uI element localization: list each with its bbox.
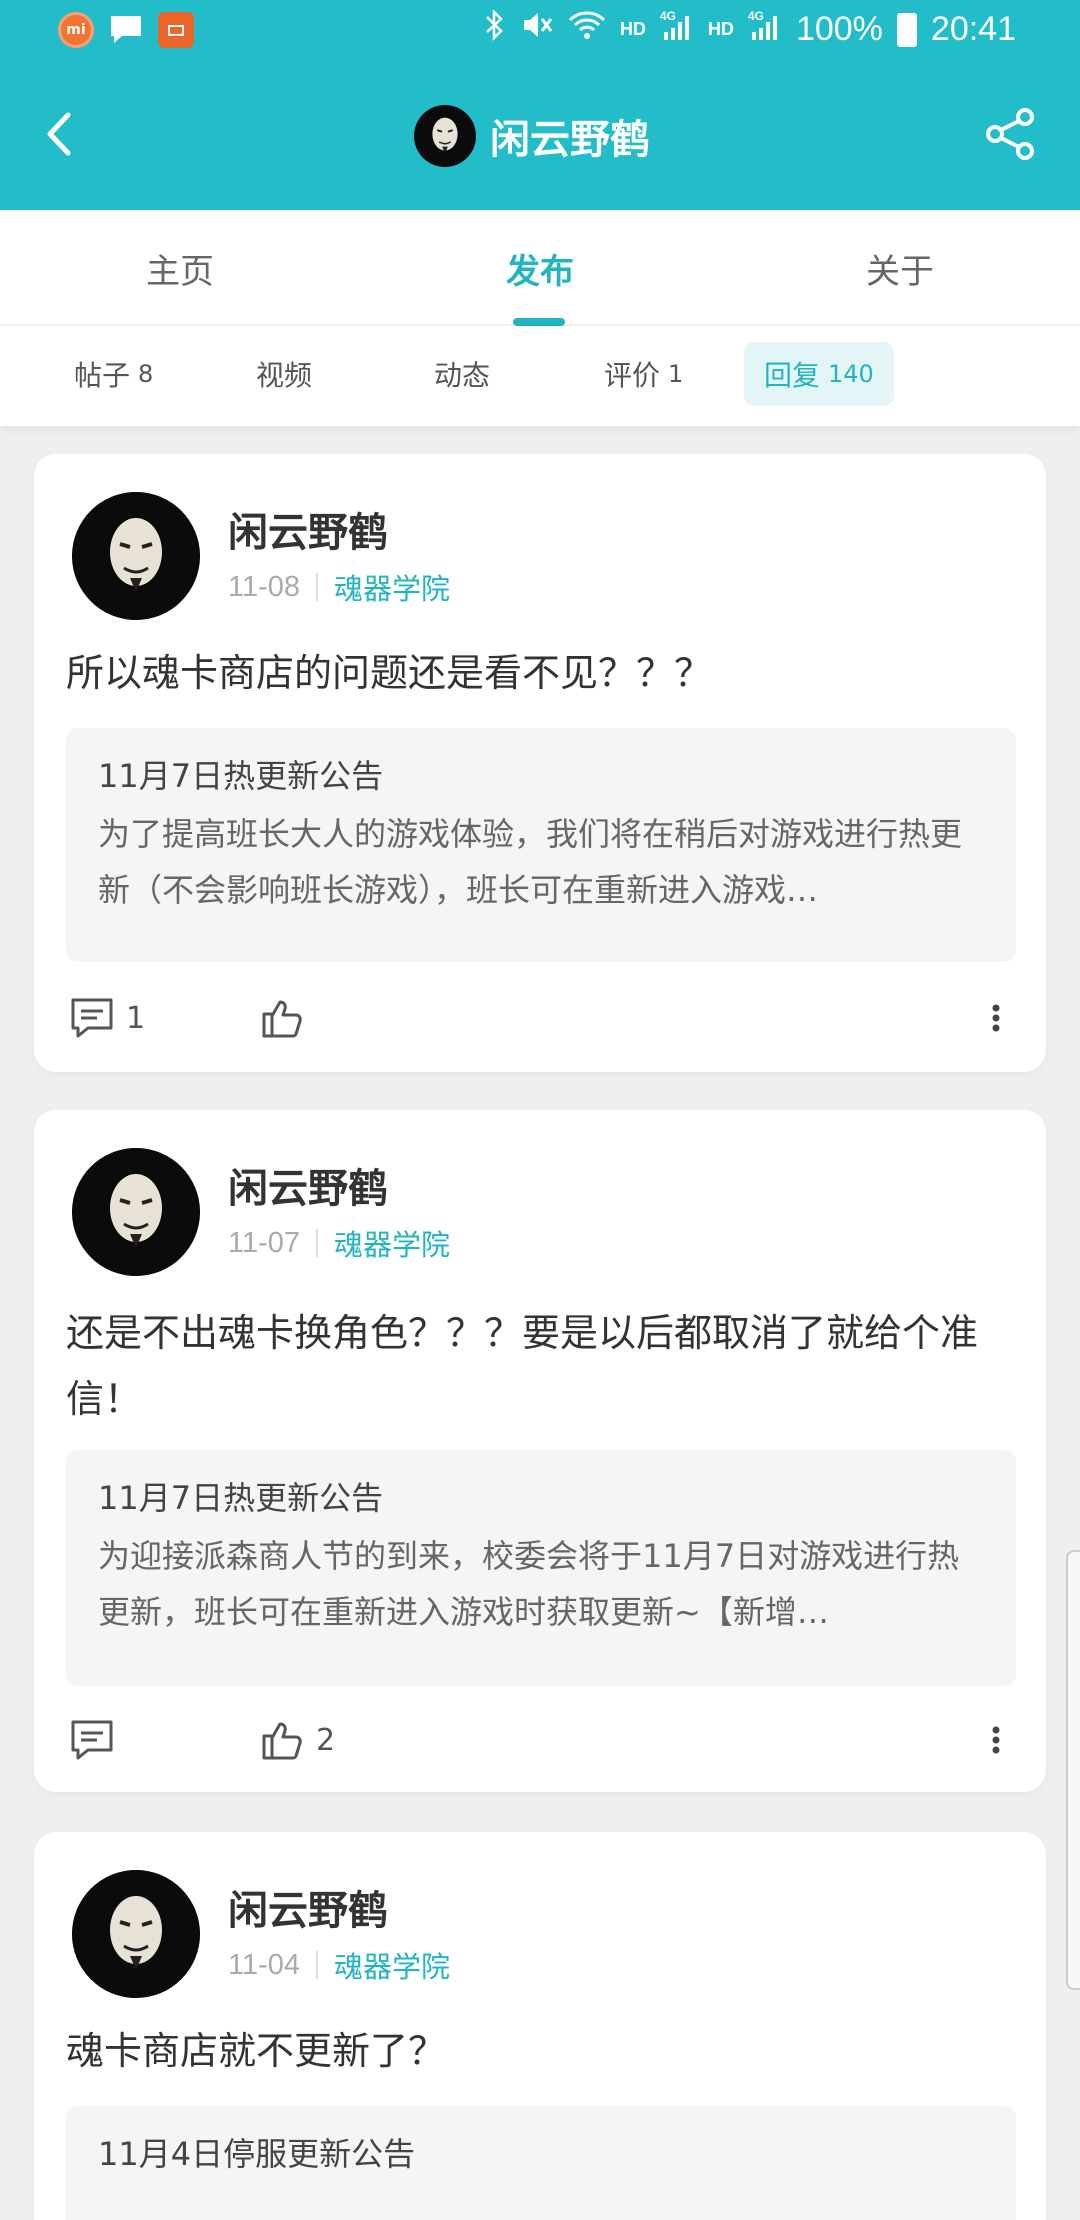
status-bar: mi HD 4G HD 4G 100% 20:41 <box>0 0 1080 64</box>
comment-count: 1 <box>126 1000 146 1036</box>
like-button[interactable] <box>258 988 316 1048</box>
subtab-activity[interactable]: 动态 <box>414 342 510 406</box>
thumbs-up-icon <box>262 1722 302 1760</box>
battery-percent: 100% <box>795 10 883 48</box>
post-meta: 11-04 魂器学院 <box>228 1944 450 1986</box>
post-meta: 11-07 魂器学院 <box>228 1222 450 1264</box>
post-card[interactable]: 闲云野鹤 11-04 魂器学院 魂卡商店就不更新了？ 11月4日停服更新公告 <box>34 1832 1046 2220</box>
chevron-left-icon <box>47 112 71 156</box>
network-label-2: HD <box>707 19 734 39</box>
subtab-label: 动态 <box>434 359 491 392</box>
subtab-videos[interactable]: 视频 <box>236 342 332 406</box>
message-icon <box>108 12 144 48</box>
post-actions: 2 <box>66 1710 1016 1770</box>
more-button[interactable] <box>976 1710 1016 1770</box>
top-bar: mi HD 4G HD 4G 100% 20:41 闲云野鹤 <box>0 0 1080 210</box>
quoted-post[interactable]: 11月4日停服更新公告 <box>66 2106 1016 2220</box>
subtab-posts[interactable]: 帖子 8 <box>54 342 173 406</box>
quote-title: 11月4日停服更新公告 <box>98 2135 416 2173</box>
quoted-post[interactable]: 11月7日热更新公告 为迎接派森商人节的到来，校委会将于11月7日对游戏进行热更… <box>66 1450 1016 1686</box>
mute-icon <box>520 8 554 51</box>
quoted-post[interactable]: 11月7日热更新公告 为了提高班长大人的游戏体验，我们将在稍后对游戏进行热更新（… <box>66 728 1016 962</box>
share-button[interactable] <box>980 104 1040 164</box>
thumbs-up-icon <box>262 1000 302 1038</box>
svg-text:4G: 4G <box>748 9 764 23</box>
post-text: 所以魂卡商店的问题还是看不见？？？ <box>66 651 713 695</box>
status-app-icons: mi <box>58 12 194 48</box>
post-date: 11-04 <box>228 1948 301 1981</box>
header-profile: 闲云野鹤 <box>414 104 650 168</box>
comment-button[interactable] <box>68 1710 126 1770</box>
forum-link[interactable]: 魂器学院 <box>334 1222 450 1264</box>
quote-title: 11月7日热更新公告 <box>98 1479 384 1517</box>
header-avatar <box>414 105 476 167</box>
tab-publish[interactable]: 发布 <box>360 210 720 326</box>
post-card[interactable]: 闲云野鹤 11-08 魂器学院 所以魂卡商店的问题还是看不见？？？ 11月7日热… <box>34 454 1046 1072</box>
subtab-count: 1 <box>668 360 684 388</box>
battery-icon <box>896 12 917 47</box>
post-text: 魂卡商店就不更新了？ <box>66 2029 447 2073</box>
author-name[interactable]: 闲云野鹤 <box>228 500 388 558</box>
bluetooth-icon <box>484 8 506 51</box>
subtab-label: 评价 <box>604 359 661 392</box>
tab-indicator <box>513 318 565 326</box>
network-label-1: HD <box>619 19 646 39</box>
divider <box>316 1229 319 1257</box>
app-header: 闲云野鹤 <box>0 64 1080 210</box>
avatar[interactable] <box>72 1870 200 1998</box>
signal-icon-2: 4G <box>748 8 782 51</box>
subtab-label: 视频 <box>256 359 313 392</box>
post-actions: 1 <box>66 988 1016 1048</box>
subtab-replies[interactable]: 回复 140 <box>744 342 894 406</box>
comment-button[interactable]: 1 <box>68 988 145 1048</box>
signal-icon-1: 4G <box>660 8 694 51</box>
sub-tabs: 帖子 8 视频 动态 评价 1 回复 140 <box>0 326 1080 426</box>
post-card[interactable]: 闲云野鹤 11-07 魂器学院 还是不出魂卡换角色？？？要是以后都取消了就给个准… <box>34 1110 1046 1792</box>
quote-body: 为迎接派森商人节的到来，校委会将于11月7日对游戏进行热更新，班长可在重新进入游… <box>98 1537 960 1631</box>
header-title: 闲云野鹤 <box>490 117 650 163</box>
post-text: 还是不出魂卡换角色？？？要是以后都取消了就给个准信！ <box>66 1311 979 1421</box>
comment-icon <box>71 1720 113 1760</box>
divider <box>316 573 319 601</box>
author-name[interactable]: 闲云野鹤 <box>228 1878 388 1936</box>
quote-body <box>98 2184 984 2220</box>
share-icon <box>986 108 1034 160</box>
more-vertical-icon <box>992 1726 1000 1754</box>
like-count: 2 <box>316 1722 336 1758</box>
quote-body: 为了提高班长大人的游戏体验，我们将在稍后对游戏进行热更新（不会影响班长游戏），班… <box>98 815 963 909</box>
app-square-icon <box>158 12 194 48</box>
svg-text:4G: 4G <box>660 9 676 23</box>
forum-link[interactable]: 魂器学院 <box>334 1944 450 1986</box>
wifi-icon <box>568 8 606 51</box>
subtab-count: 8 <box>138 360 154 388</box>
forum-link[interactable]: 魂器学院 <box>334 566 450 608</box>
post-meta: 11-08 魂器学院 <box>228 566 450 608</box>
tab-about[interactable]: 关于 <box>720 210 1080 326</box>
like-button[interactable]: 2 <box>258 1710 335 1770</box>
clock: 20:41 <box>930 10 1016 48</box>
avatar[interactable] <box>72 1148 200 1276</box>
subtab-label: 帖子 <box>74 359 131 392</box>
main-tabs: 主页 发布 关于 <box>0 210 1080 326</box>
tab-home[interactable]: 主页 <box>0 210 360 326</box>
post-date: 11-07 <box>228 1226 301 1259</box>
subtab-label: 回复 <box>764 359 821 392</box>
back-button[interactable] <box>30 104 90 164</box>
subtab-count: 140 <box>828 360 874 388</box>
avatar[interactable] <box>72 492 200 620</box>
subtab-reviews[interactable]: 评价 1 <box>584 342 703 406</box>
more-button[interactable] <box>976 988 1016 1048</box>
divider <box>316 1951 319 1979</box>
quote-title: 11月7日热更新公告 <box>98 757 384 795</box>
status-indicators: HD 4G HD 4G 100% 20:41 <box>484 8 1016 51</box>
mi-icon: mi <box>58 12 94 48</box>
post-date: 11-08 <box>228 570 301 603</box>
more-vertical-icon <box>992 1004 1000 1032</box>
scrollbar[interactable] <box>1066 1550 1080 1990</box>
comment-icon <box>71 998 113 1038</box>
author-name[interactable]: 闲云野鹤 <box>228 1156 388 1214</box>
